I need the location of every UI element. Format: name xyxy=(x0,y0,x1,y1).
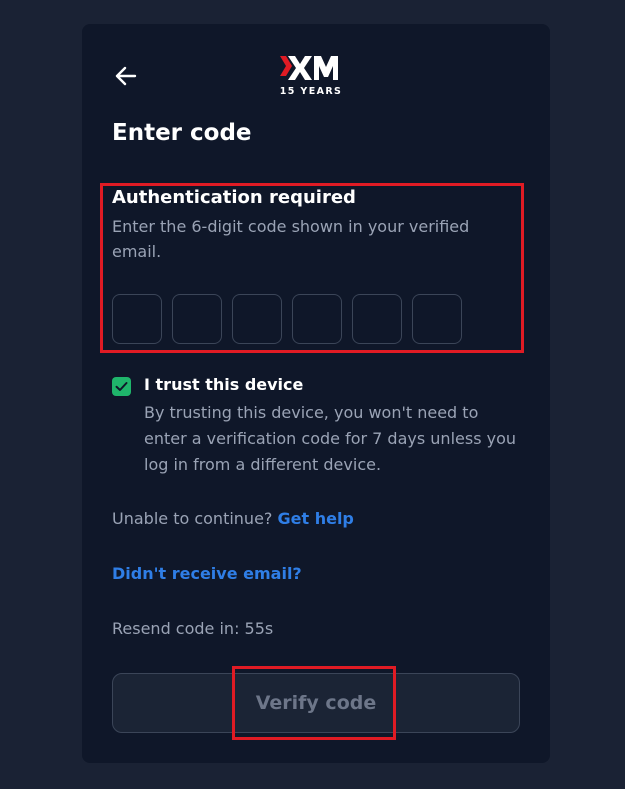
logo-years-text: 15 YEARS xyxy=(279,86,343,97)
trust-device-label: I trust this device xyxy=(144,375,304,394)
verification-card: 15 YEARS Enter code Authentication requi… xyxy=(82,24,550,763)
code-digit-2[interactable] xyxy=(172,294,222,344)
resend-countdown: Resend code in: 55s xyxy=(112,619,274,638)
xm-logo: 15 YEARS xyxy=(278,52,344,100)
trust-device-checkbox[interactable] xyxy=(112,377,131,396)
checkmark-icon xyxy=(115,382,128,391)
get-help-link[interactable]: Get help xyxy=(278,509,354,528)
help-text: Unable to continue? xyxy=(112,509,273,528)
help-row: Unable to continue? Get help xyxy=(112,509,354,528)
page-title: Enter code xyxy=(112,120,252,146)
trust-device-description: By trusting this device, you won't need … xyxy=(144,403,517,474)
code-digit-3[interactable] xyxy=(232,294,282,344)
xm-logo-mark xyxy=(280,56,338,80)
didnt-receive-email-link[interactable]: Didn't receive email? xyxy=(112,564,302,583)
back-button[interactable] xyxy=(112,62,140,90)
code-digit-5[interactable] xyxy=(352,294,402,344)
code-digit-4[interactable] xyxy=(292,294,342,344)
arrow-left-icon xyxy=(115,66,137,86)
code-digit-6[interactable] xyxy=(412,294,462,344)
auth-description: Enter the 6-digit code shown in your ver… xyxy=(112,217,470,261)
code-input-row xyxy=(112,294,462,344)
verify-highlight-frame xyxy=(232,666,396,740)
code-digit-1[interactable] xyxy=(112,294,162,344)
auth-heading: Authentication required xyxy=(112,187,356,208)
